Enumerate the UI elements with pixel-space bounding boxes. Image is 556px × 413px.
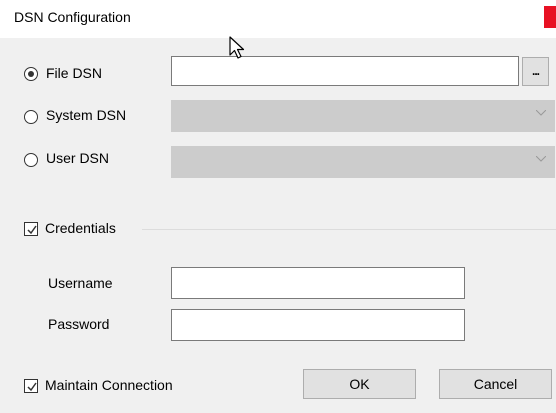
user-dsn-dropdown (171, 146, 555, 178)
chevron-down-icon (536, 156, 546, 162)
system-dsn-radio[interactable] (24, 110, 38, 124)
username-input[interactable] (171, 267, 465, 299)
mouse-pointer-icon (229, 36, 245, 59)
radio-selected-dot (28, 71, 34, 77)
file-dsn-label: File DSN (46, 65, 103, 81)
title-bar: DSN Configuration (0, 0, 556, 38)
credentials-group-divider (142, 229, 556, 230)
password-input[interactable] (171, 309, 465, 341)
close-button[interactable] (544, 6, 556, 28)
browse-button[interactable]: ... (522, 57, 549, 86)
ok-button[interactable]: OK (303, 369, 416, 399)
maintain-connection-checkbox[interactable] (24, 379, 38, 393)
maintain-connection-label: Maintain Connection (45, 377, 173, 393)
user-dsn-radio[interactable] (24, 153, 38, 167)
cancel-button[interactable]: Cancel (439, 369, 552, 399)
password-label: Password (48, 316, 110, 332)
file-dsn-input[interactable] (171, 56, 519, 86)
system-dsn-dropdown (171, 100, 555, 132)
credentials-checkbox[interactable] (24, 222, 38, 236)
window-title: DSN Configuration (14, 9, 131, 25)
system-dsn-label: System DSN (46, 107, 127, 123)
user-dsn-label: User DSN (46, 150, 110, 166)
checkmark-icon (27, 225, 37, 235)
username-label: Username (48, 275, 113, 291)
checkmark-icon (27, 382, 37, 392)
chevron-down-icon (536, 110, 546, 116)
file-dsn-radio[interactable] (24, 67, 38, 81)
dsn-configuration-dialog: DSN Configuration File DSN ... System DS… (0, 0, 556, 413)
credentials-label: Credentials (45, 220, 116, 236)
